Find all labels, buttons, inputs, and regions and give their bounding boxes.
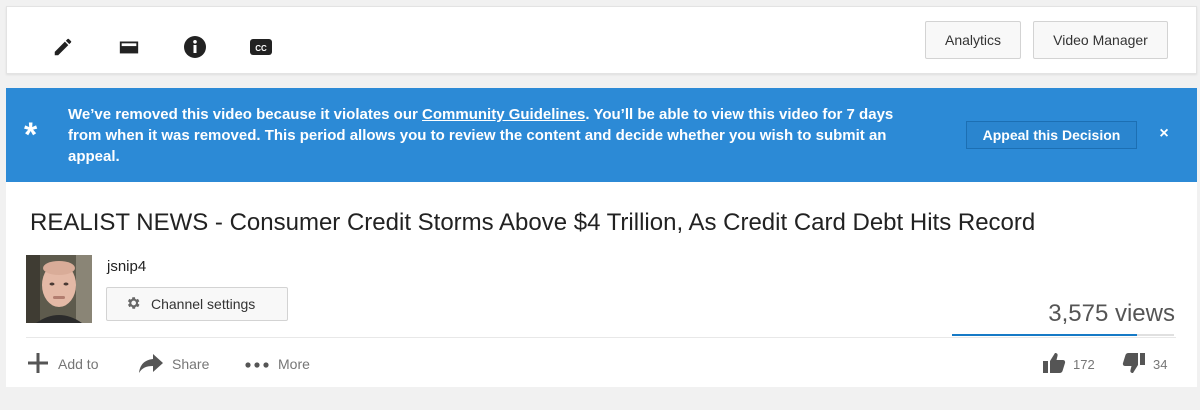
notice-text: We’ve removed this video because it viol… bbox=[68, 104, 928, 167]
more-dots-icon bbox=[244, 356, 270, 372]
like-button[interactable]: 172 bbox=[1042, 350, 1095, 378]
share-arrow-icon bbox=[138, 352, 164, 377]
svg-text:CC: CC bbox=[255, 44, 267, 53]
gear-icon bbox=[125, 295, 141, 314]
share-label: Share bbox=[172, 356, 210, 372]
notice-star-icon: * bbox=[24, 116, 38, 154]
notice-text-before: We’ve removed this video because it viol… bbox=[68, 106, 423, 123]
community-guidelines-link[interactable]: Community Guidelines bbox=[422, 106, 585, 123]
analytics-button[interactable]: Analytics bbox=[925, 21, 1021, 59]
plus-icon bbox=[26, 351, 50, 378]
video-info-card: REALIST NEWS - Consumer Credit Storms Ab… bbox=[6, 182, 1197, 387]
channel-settings-button[interactable]: Channel settings bbox=[106, 287, 288, 321]
like-ratio-fill bbox=[952, 334, 1138, 336]
thumbs-up-icon bbox=[1042, 351, 1066, 378]
divider bbox=[26, 337, 1176, 338]
video-manager-button[interactable]: Video Manager bbox=[1033, 21, 1168, 59]
appeal-decision-button[interactable]: Appeal this Decision bbox=[966, 121, 1137, 149]
channel-name[interactable]: jsnip4 bbox=[107, 258, 146, 275]
view-count: 3,575 views bbox=[1048, 300, 1175, 327]
close-icon[interactable]: × bbox=[1154, 122, 1174, 146]
dislike-count: 34 bbox=[1153, 356, 1168, 372]
removal-notice-banner: * We’ve removed this video because it vi… bbox=[6, 88, 1197, 182]
dislike-button[interactable]: 34 bbox=[1122, 350, 1167, 378]
pencil-icon[interactable] bbox=[49, 33, 77, 61]
cc-icon[interactable]: CC bbox=[247, 33, 275, 61]
creator-toolbar: CC Analytics Video Manager bbox=[6, 6, 1197, 74]
like-count: 172 bbox=[1073, 356, 1095, 372]
share-button[interactable]: Share bbox=[138, 352, 209, 376]
video-page: CC Analytics Video Manager * We’ve remov… bbox=[0, 0, 1200, 410]
info-icon[interactable] bbox=[181, 33, 209, 61]
more-button[interactable]: More bbox=[244, 352, 310, 376]
channel-settings-label: Channel settings bbox=[151, 296, 256, 312]
thumbs-down-icon bbox=[1122, 351, 1146, 378]
add-to-button[interactable]: Add to bbox=[26, 352, 98, 376]
avatar[interactable] bbox=[26, 255, 92, 323]
like-ratio-bar bbox=[952, 334, 1174, 336]
add-to-label: Add to bbox=[58, 356, 99, 372]
more-label: More bbox=[278, 356, 310, 372]
video-title: REALIST NEWS - Consumer Credit Storms Ab… bbox=[30, 209, 1036, 236]
card-icon[interactable] bbox=[115, 33, 143, 61]
